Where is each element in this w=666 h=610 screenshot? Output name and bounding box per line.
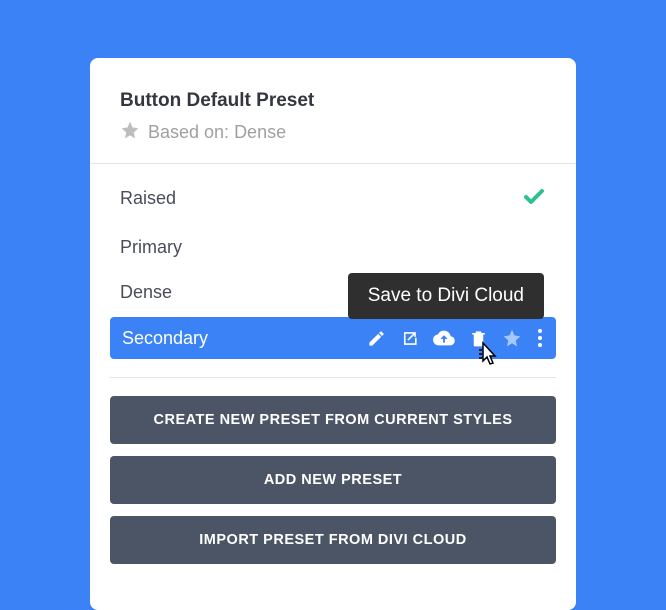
panel-header: Button Default Preset Based on: Dense xyxy=(90,90,576,164)
preset-list: Raised Primary Dense Secondary Save to D… xyxy=(90,164,576,359)
preset-item-secondary[interactable]: Secondary Save to Divi Cloud xyxy=(110,317,556,359)
preset-name: Primary xyxy=(120,237,546,258)
cloud-upload-icon[interactable] xyxy=(433,327,455,349)
preset-name: Raised xyxy=(120,188,522,209)
create-preset-button[interactable]: CREATE NEW PRESET FROM CURRENT STYLES xyxy=(110,396,556,444)
import-preset-button[interactable]: IMPORT PRESET FROM DIVI CLOUD xyxy=(110,516,556,564)
tooltip: Save to Divi Cloud xyxy=(348,273,544,319)
preset-item-raised[interactable]: Raised xyxy=(110,172,556,225)
panel-title: Button Default Preset xyxy=(120,90,546,112)
preset-name: Secondary xyxy=(122,328,367,349)
preset-actions: Save to Divi Cloud xyxy=(367,327,544,349)
star-icon[interactable] xyxy=(502,328,522,348)
preset-panel: Button Default Preset Based on: Dense Ra… xyxy=(90,58,576,610)
check-icon xyxy=(522,184,546,213)
based-on-label: Based on: Dense xyxy=(148,122,286,143)
add-preset-button[interactable]: ADD NEW PRESET xyxy=(110,456,556,504)
based-on-row: Based on: Dense xyxy=(120,120,546,145)
preset-item-primary[interactable]: Primary xyxy=(110,225,556,270)
divider xyxy=(110,377,556,378)
star-icon xyxy=(120,120,140,145)
more-icon[interactable] xyxy=(536,329,544,347)
delete-icon[interactable] xyxy=(469,329,488,348)
action-buttons: CREATE NEW PRESET FROM CURRENT STYLES AD… xyxy=(90,396,576,564)
edit-icon[interactable] xyxy=(367,329,386,348)
export-icon[interactable] xyxy=(400,329,419,348)
